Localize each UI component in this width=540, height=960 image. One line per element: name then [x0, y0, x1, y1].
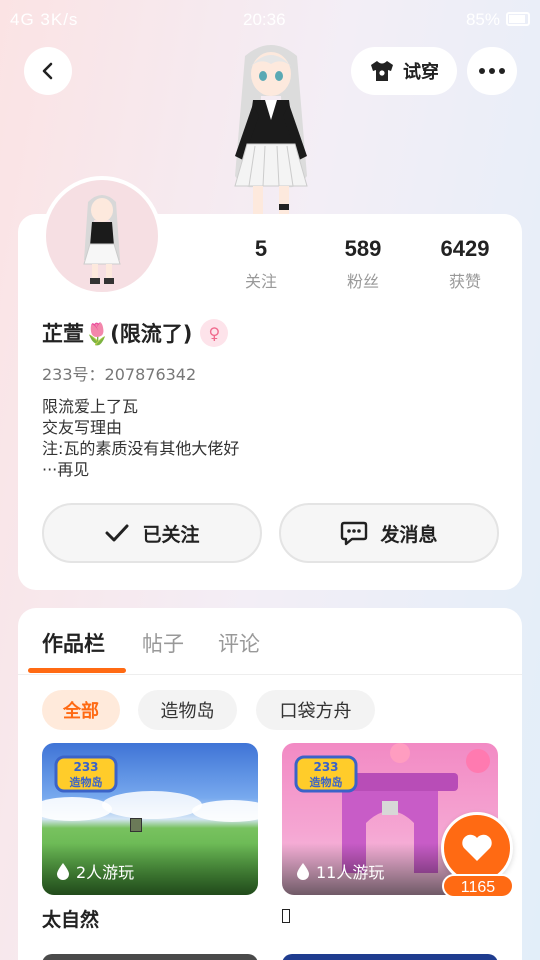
name-text: 芷萱	[42, 322, 84, 346]
profile-name-row: 芷萱🌷(限流了) ♀	[42, 318, 229, 348]
avatar[interactable]	[42, 176, 162, 296]
stat-label: 获赞	[448, 272, 481, 291]
name-suffix: (限流了)	[110, 322, 193, 346]
game-card-thumbnail-partial[interactable]	[282, 954, 498, 960]
character-avatar-figure[interactable]	[215, 36, 327, 216]
battery-icon	[506, 12, 530, 26]
stat-value: 589	[344, 236, 382, 261]
creation-island-logo: 233 造物岛	[294, 755, 358, 793]
svg-text:233: 233	[73, 760, 98, 774]
send-message-button[interactable]: 发消息	[279, 503, 499, 563]
game-title[interactable]	[282, 905, 290, 928]
profile-name: 芷萱🌷(限流了)	[42, 318, 192, 348]
play-count: 11人游玩	[296, 859, 384, 883]
filter-chip-creation-island[interactable]: 造物岛	[138, 690, 237, 730]
network-indicator: 4G 3K/s	[10, 10, 79, 29]
tab-divider	[18, 674, 522, 675]
send-message-label: 发消息	[380, 523, 438, 546]
back-button[interactable]	[24, 47, 72, 95]
play-count-text: 2人游玩	[76, 863, 135, 882]
svg-text:233: 233	[313, 760, 338, 774]
bio: 限流爱上了瓦 交友写理由 注:瓦的素质没有其他大佬好 ···再见	[42, 396, 239, 480]
bio-line: 交友写理由	[42, 418, 123, 437]
followed-button[interactable]: 已关注	[42, 503, 262, 563]
bio-line: 限流爱上了瓦	[42, 397, 139, 416]
missing-glyph-icon	[282, 909, 290, 923]
stat-label: 粉丝	[346, 272, 379, 291]
bio-line: 注:瓦的素质没有其他大佬好	[42, 439, 240, 458]
play-count: 2人游玩	[56, 859, 134, 883]
creation-island-logo: 233 造物岛	[54, 755, 118, 793]
droplet-icon	[297, 863, 309, 880]
heart-icon	[462, 834, 492, 861]
user-id: 233号：207876342	[42, 365, 197, 384]
like-count: 1165	[442, 874, 514, 898]
droplet-icon	[57, 863, 69, 880]
game-card-thumbnail-partial[interactable]	[42, 954, 258, 960]
more-dots-icon	[479, 68, 505, 74]
active-tab-indicator	[28, 668, 126, 673]
battery-percent: 85%	[465, 10, 500, 29]
chevron-left-icon	[42, 62, 53, 80]
bio-line: ···再见	[42, 460, 90, 479]
tab-works[interactable]: 作品栏	[42, 628, 105, 658]
filter-chip-pocket-ark[interactable]: 口袋方舟	[256, 690, 375, 730]
tab-comments[interactable]: 评论	[218, 628, 260, 658]
stat-value: 6429	[440, 236, 490, 261]
tab-posts[interactable]: 帖子	[142, 628, 184, 658]
game-title[interactable]: 太自然	[42, 905, 99, 932]
check-icon	[105, 524, 129, 542]
svg-text:造物岛: 造物岛	[310, 775, 343, 789]
play-count-text: 11人游玩	[316, 863, 385, 882]
try-on-button[interactable]: 试穿	[351, 47, 457, 95]
more-options-button[interactable]	[467, 47, 517, 95]
try-on-label: 试穿	[403, 62, 439, 83]
stat-label: 关注	[244, 272, 277, 291]
stat-value: 5	[254, 236, 268, 261]
svg-text:造物岛: 造物岛	[70, 775, 103, 789]
clock: 20:36	[243, 10, 286, 29]
stat-likes[interactable]: 6429 获赞	[420, 236, 510, 292]
status-bar: 4G 3K/s 20:36 85%	[0, 0, 540, 40]
game-card-thumbnail[interactable]: 233 造物岛 2人游玩	[42, 743, 258, 895]
female-icon: ♀	[200, 319, 229, 347]
tulip-emoji: 🌷	[84, 322, 111, 346]
chat-bubble-icon	[341, 521, 368, 546]
game-object	[130, 818, 142, 832]
filter-chip-all[interactable]: 全部	[42, 690, 120, 730]
stat-fans[interactable]: 589 粉丝	[318, 236, 408, 292]
stat-following[interactable]: 5 关注	[216, 236, 306, 292]
tshirt-icon	[371, 61, 393, 81]
followed-label: 已关注	[142, 523, 200, 546]
